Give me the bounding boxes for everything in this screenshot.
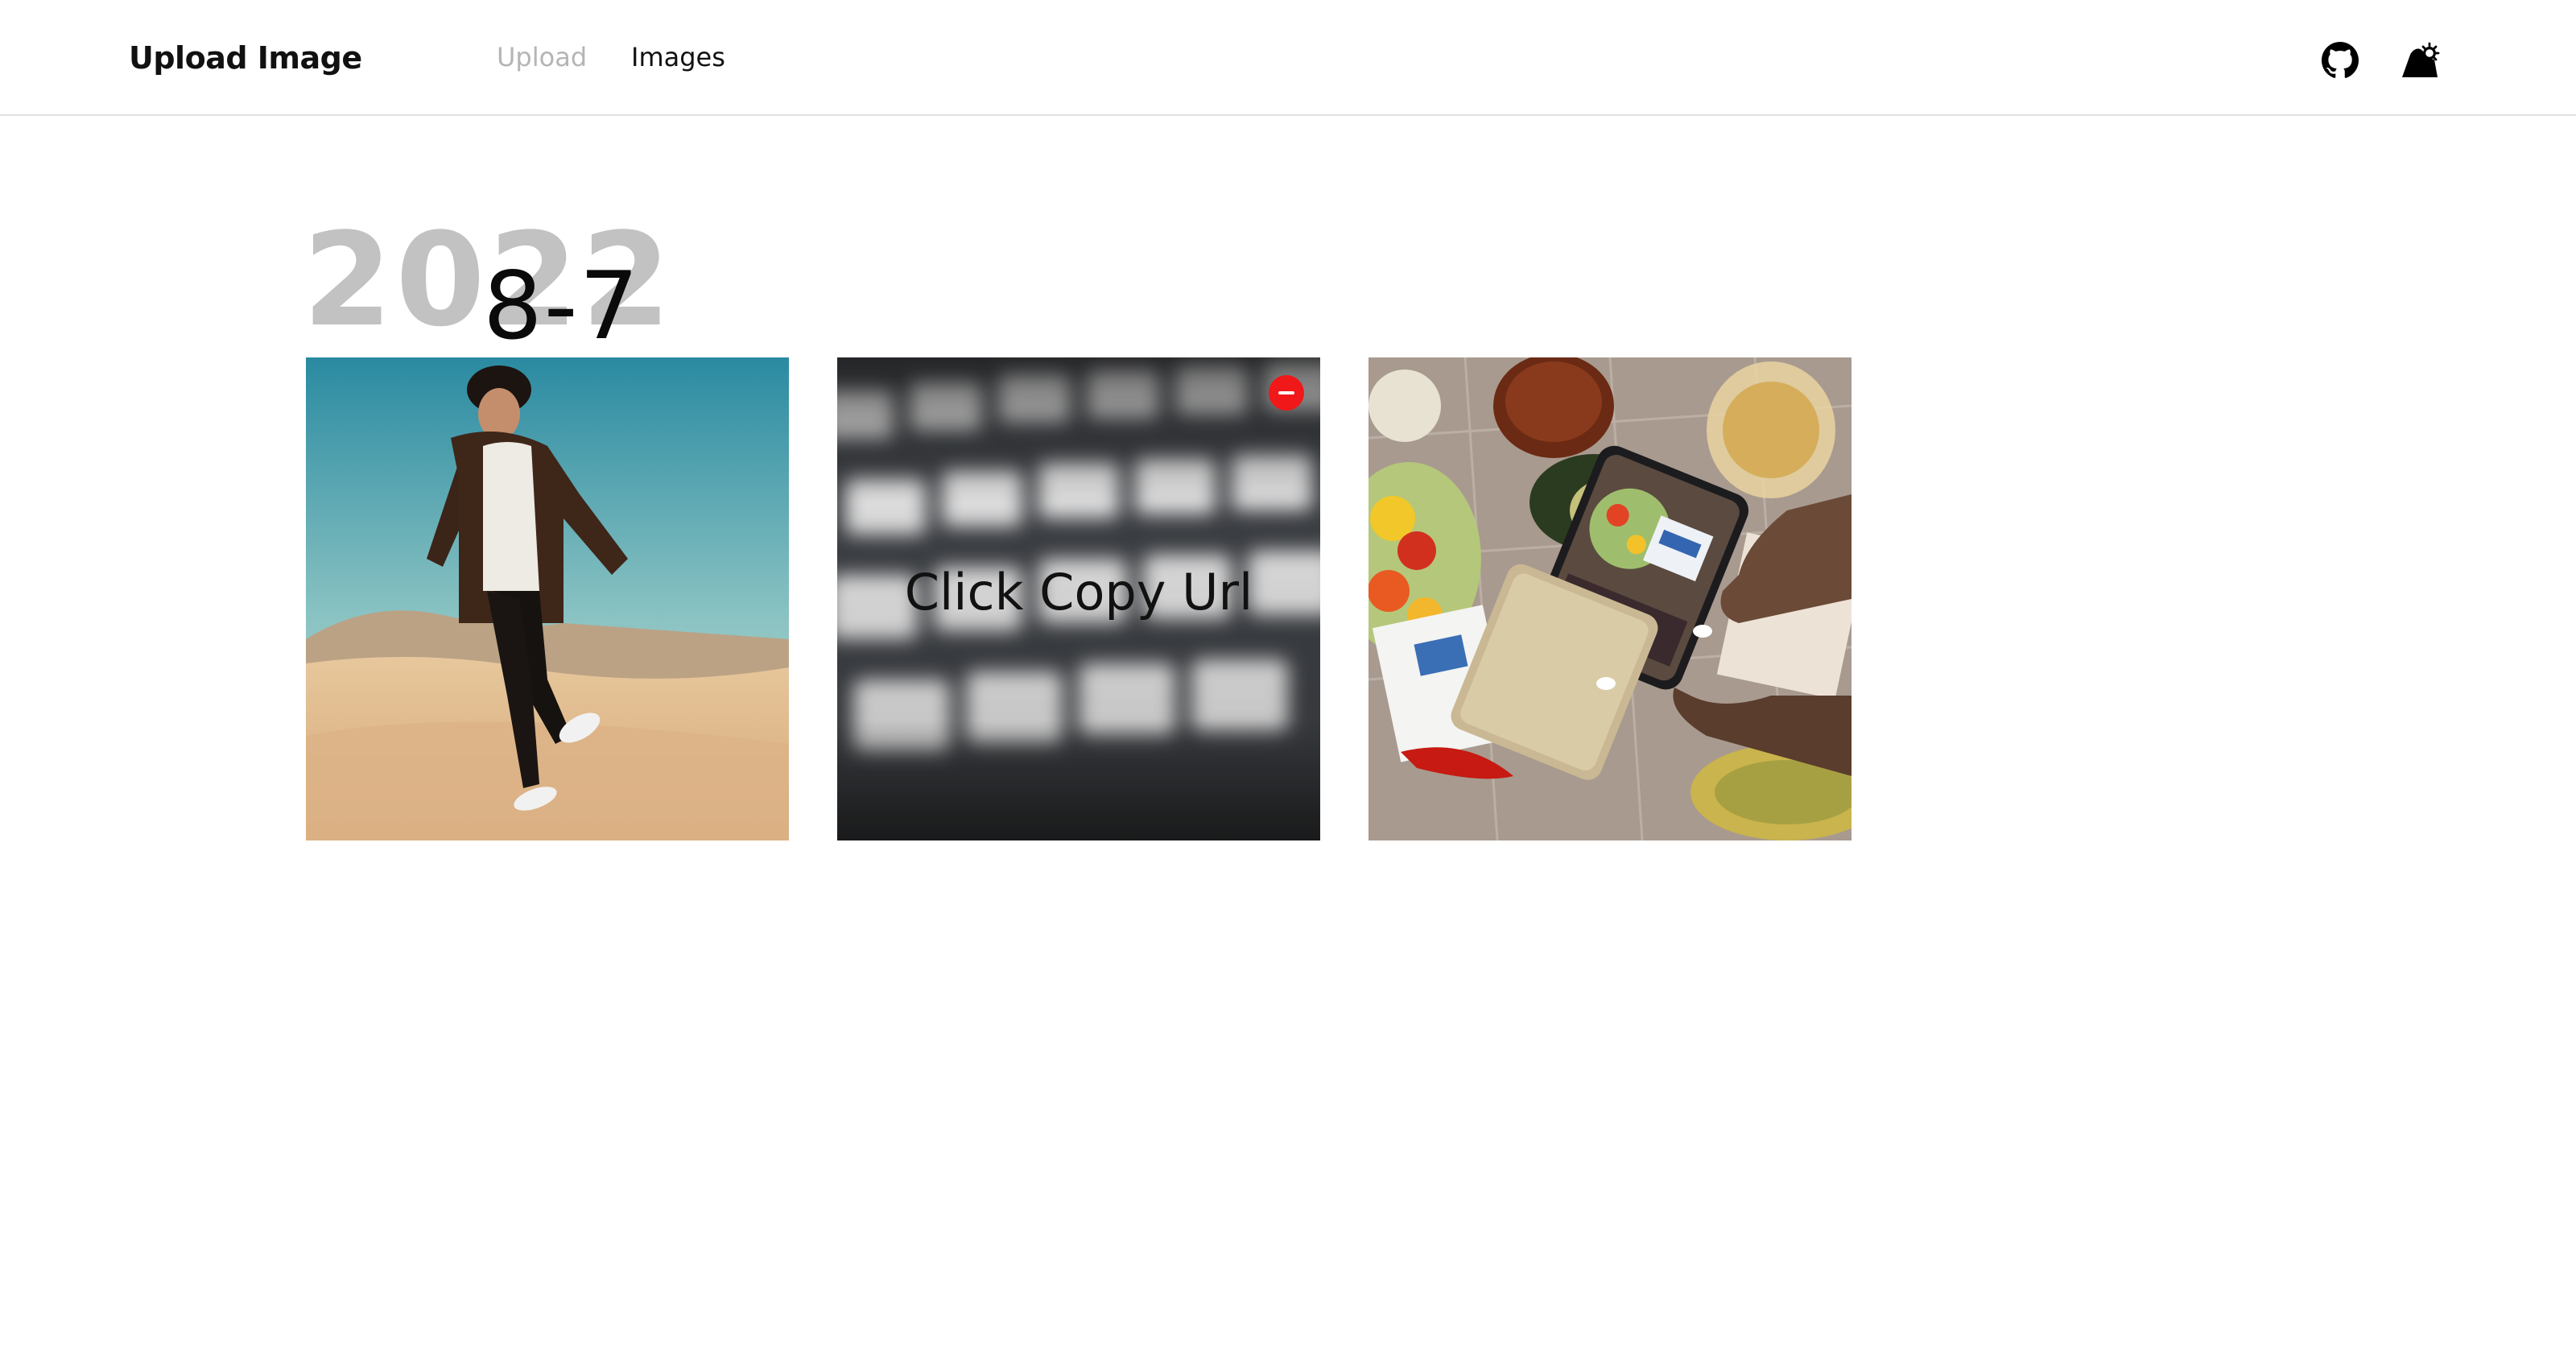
image-card[interactable] (1368, 357, 1852, 840)
theme-toggle-icon[interactable] (2399, 40, 2441, 82)
image-card[interactable] (306, 357, 789, 840)
image-card[interactable]: Click Copy Url (837, 357, 1320, 840)
copy-url-overlay-text[interactable]: Click Copy Url (837, 562, 1320, 623)
man-walking-on-sand-dunes-photo (306, 357, 789, 840)
phone-photographing-food-photo (1368, 357, 1852, 840)
brand-title[interactable]: Upload Image (129, 37, 362, 79)
github-icon[interactable] (2322, 42, 2359, 79)
nav-images-link[interactable]: Images (631, 39, 725, 76)
top-navbar: Upload Image Upload Images (0, 0, 2576, 116)
nav-upload-link[interactable]: Upload (497, 39, 587, 76)
date-heading: 8-7 (483, 252, 641, 361)
delete-image-button[interactable] (1269, 375, 1304, 411)
